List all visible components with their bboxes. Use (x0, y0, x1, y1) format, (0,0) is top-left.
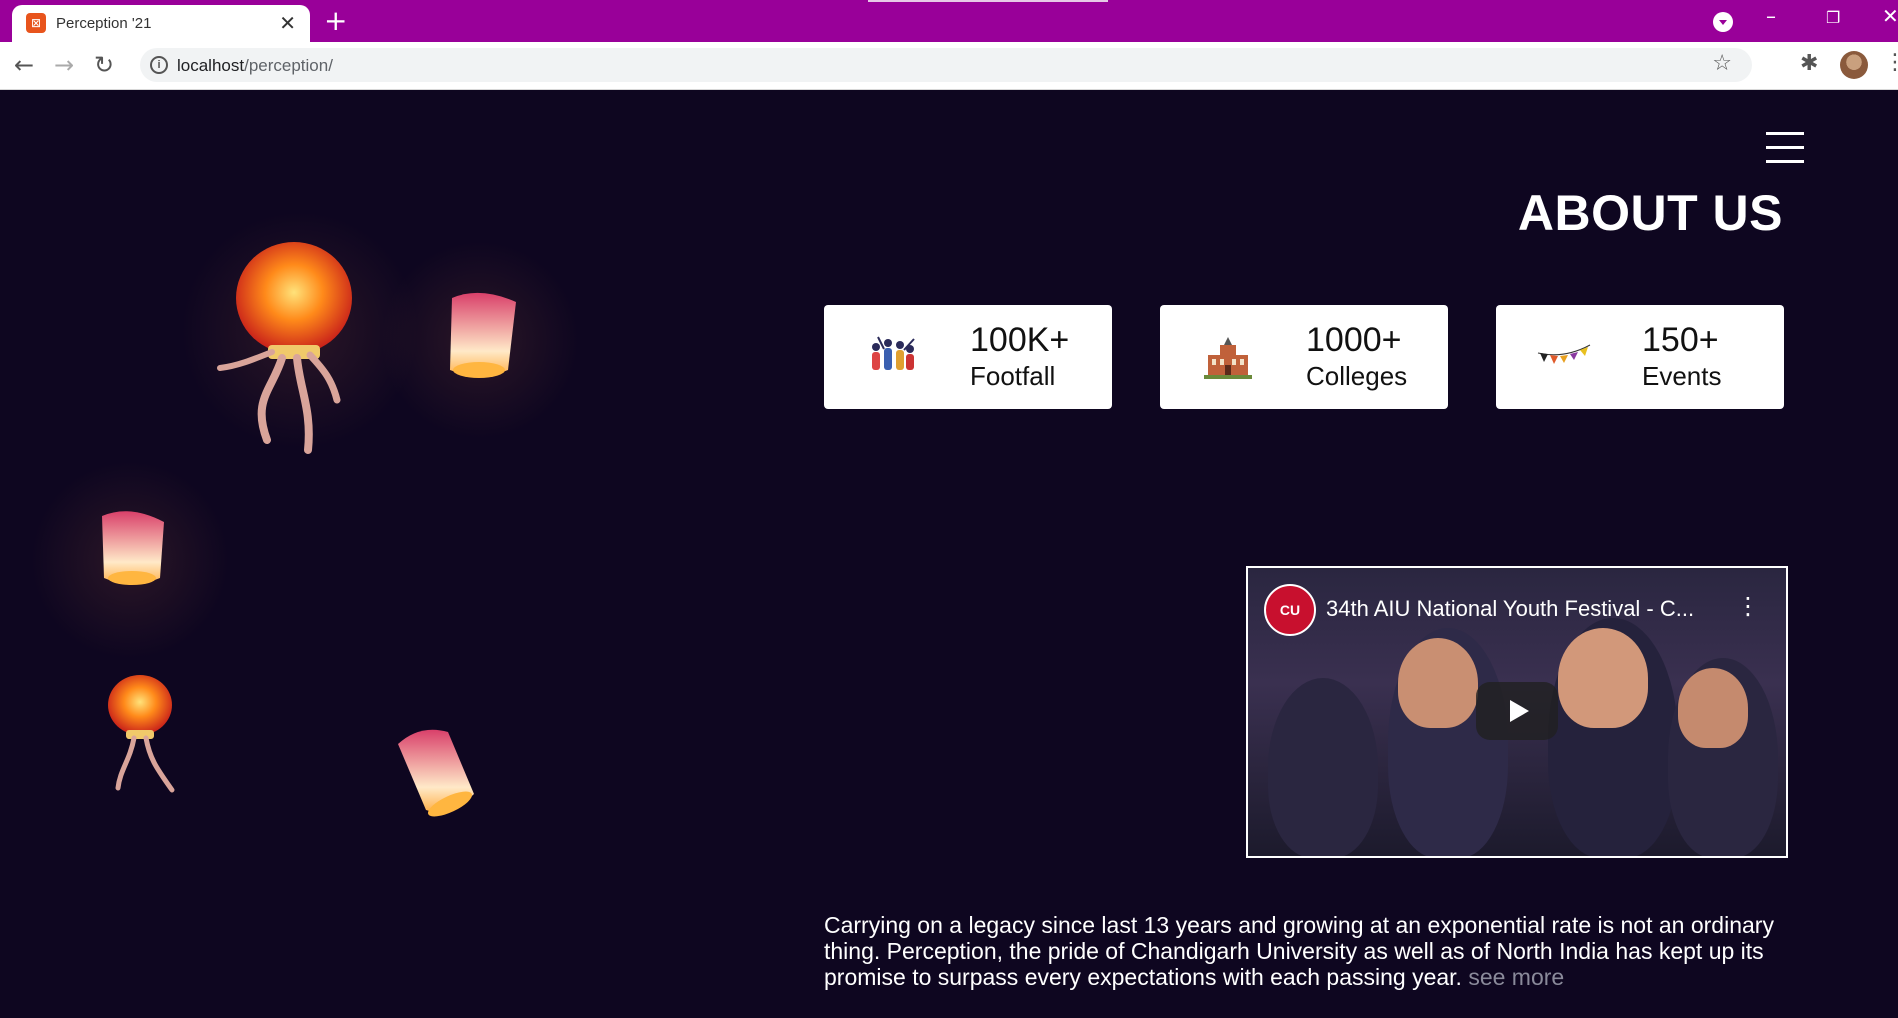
tab-strip-accent (868, 0, 1108, 2)
chinese-lantern-small (108, 675, 175, 793)
puzzle-extensions-icon[interactable]: ✱ (1800, 52, 1818, 76)
stat-label: Events (1642, 361, 1722, 391)
profile-avatar[interactable] (1840, 51, 1868, 79)
about-description: Carrying on a legacy since last 13 years… (824, 912, 1784, 990)
crowd-icon (872, 336, 915, 370)
forward-arrow-icon[interactable]: → (54, 50, 74, 80)
sky-lantern (450, 292, 516, 378)
browser-tab-strip: ⊠ Perception '21 ✕ + – ❐ ✕ (0, 0, 1898, 42)
more-vert-icon[interactable]: ⋮ (1884, 50, 1898, 75)
back-arrow-icon[interactable]: ← (14, 50, 34, 80)
close-window-icon[interactable]: ✕ (1882, 4, 1898, 28)
video-more-icon[interactable]: ⋮ (1736, 592, 1760, 620)
stat-card-footfall: 100K+ Footfall (824, 305, 1112, 409)
chinese-lantern-large (217, 242, 352, 454)
bunting-flags-icon (1537, 344, 1591, 364)
about-description-text: Carrying on a legacy since last 13 years… (824, 912, 1774, 990)
menu-hamburger-icon[interactable] (1766, 132, 1804, 164)
star-icon[interactable]: ☆ (1712, 51, 1732, 76)
url-text[interactable]: localhost/perception/ (177, 56, 333, 76)
stat-label: Footfall (970, 361, 1056, 391)
stat-label: Colleges (1306, 361, 1408, 391)
about-us-heading: ABOUT US (1517, 185, 1783, 241)
page-viewport: ABOUT US 100K+ Footfall 1000+ Colleges 1… (0, 90, 1898, 1018)
college-building-icon (1204, 337, 1252, 379)
youtube-video-embed[interactable]: CU 34th AIU National Youth Festival - C.… (1246, 566, 1788, 858)
stat-value: 100K+ (970, 321, 1070, 359)
reload-icon[interactable]: ↻ (94, 50, 114, 80)
video-title[interactable]: 34th AIU National Youth Festival - C... (1326, 596, 1694, 622)
url-path: /perception/ (244, 56, 333, 75)
stat-card-colleges: 1000+ Colleges (1160, 305, 1448, 409)
url-host: localhost (177, 56, 245, 75)
tab-close-icon[interactable]: ✕ (279, 12, 296, 34)
new-tab-button[interactable]: + (324, 6, 347, 36)
channel-logo[interactable]: CU (1264, 584, 1316, 636)
browser-tab[interactable]: ⊠ Perception '21 ✕ (12, 5, 310, 42)
tab-favicon-icon: ⊠ (26, 13, 46, 33)
play-button-icon[interactable] (1476, 682, 1558, 740)
see-more-link[interactable]: see more (1468, 964, 1564, 990)
address-toolbar: ← → ↻ i localhost/perception/ ☆ ✱ ⋮ (0, 42, 1898, 90)
info-icon[interactable]: i (150, 56, 168, 74)
minimize-icon[interactable]: – (1766, 4, 1776, 28)
tab-search-icon[interactable] (1713, 12, 1733, 32)
stat-value: 150+ (1642, 321, 1719, 359)
sky-lantern-tilted (398, 729, 474, 817)
tab-title: Perception '21 (56, 15, 152, 32)
sky-lantern (102, 511, 164, 585)
restore-icon[interactable]: ❐ (1826, 8, 1840, 27)
stat-value: 1000+ (1306, 321, 1402, 359)
stat-card-events: 150+ Events (1496, 305, 1784, 409)
address-bar[interactable]: i localhost/perception/ ☆ (140, 48, 1752, 82)
